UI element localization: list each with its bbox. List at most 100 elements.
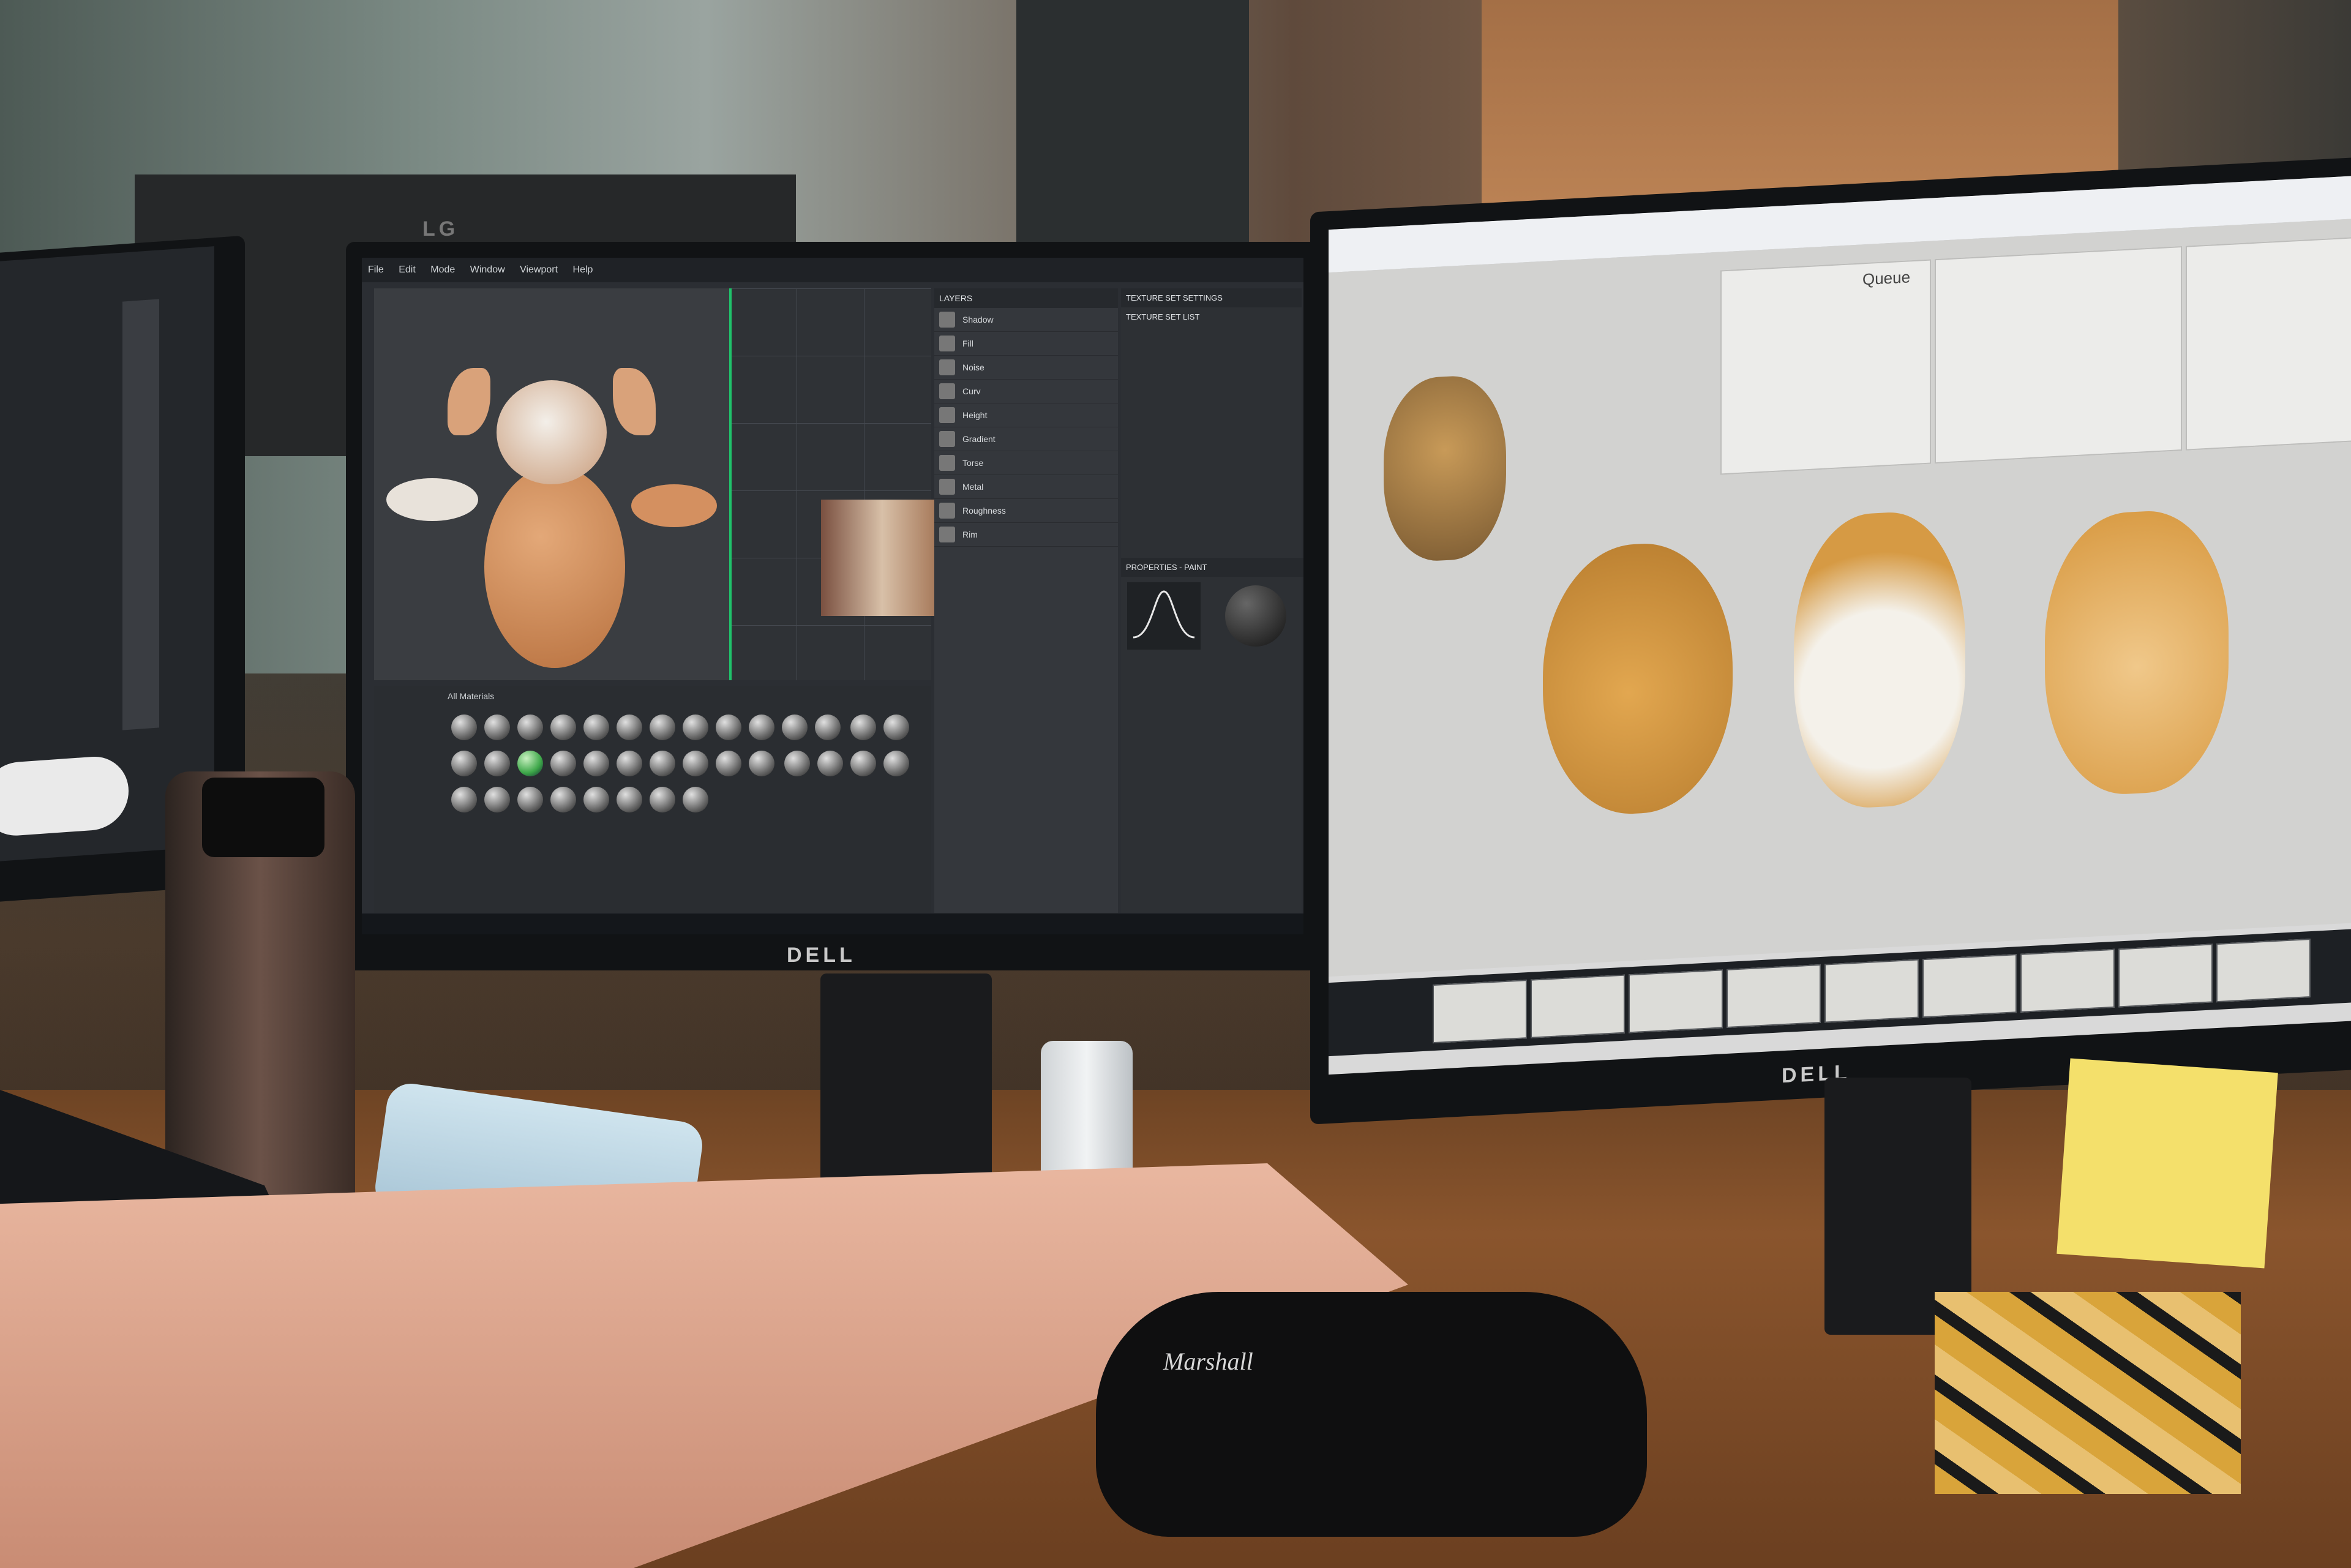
texture-set-list-tab[interactable]: TEXTURE SET LIST (1121, 307, 1302, 326)
armadillo-ear-right-3d (613, 368, 656, 435)
material-grid (448, 711, 925, 819)
material-thumb[interactable] (484, 715, 510, 740)
material-thumb[interactable] (850, 715, 877, 740)
menu-window[interactable]: Window (470, 264, 505, 275)
thumbnail[interactable] (1727, 964, 1821, 1029)
painter-window: File Edit Mode Window Viewport Help All … (362, 258, 1303, 934)
layer-item[interactable]: Rim (934, 523, 1118, 547)
layer-thumbnail (939, 312, 955, 328)
material-thumb[interactable] (550, 715, 576, 740)
properties-title: PROPERTIES - PAINT (1121, 558, 1303, 577)
material-thumb[interactable] (550, 787, 576, 812)
layer-item[interactable]: Shadow (934, 308, 1118, 332)
material-thumb[interactable] (484, 751, 510, 776)
water-bottle-cap (202, 778, 324, 857)
material-thumb[interactable] (716, 751, 741, 776)
layer-thumbnail (939, 527, 955, 542)
material-thumb[interactable] (617, 751, 642, 776)
layer-label: Shadow (962, 315, 994, 324)
material-thumb[interactable] (784, 751, 811, 776)
tail-sketch-card: Queue (1720, 259, 1931, 475)
armadillo-back-view (2045, 507, 2229, 798)
uv-green-axis (729, 288, 732, 680)
material-thumb[interactable] (650, 751, 675, 776)
claw-detail-card (2186, 235, 2351, 451)
left-screen-white-shape (0, 754, 129, 838)
thumbnail[interactable] (1531, 974, 1625, 1038)
layer-item[interactable]: Metal (934, 475, 1118, 499)
layer-thumbnail (939, 359, 955, 375)
layer-thumbnail (939, 383, 955, 399)
texture-set-tab[interactable]: TEXTURE SET SETTINGS (1121, 288, 1302, 307)
layers-title: LAYERS (934, 288, 1118, 308)
material-thumb[interactable] (782, 715, 808, 740)
menu-viewport[interactable]: Viewport (520, 264, 558, 275)
armadillo-shell-3d (484, 466, 625, 668)
material-thumb[interactable] (650, 787, 675, 812)
material-thumb[interactable] (683, 751, 708, 776)
layer-item[interactable]: Noise (934, 356, 1118, 380)
layers-panel: LAYERS Shadow Fill Noise Curv Height Gra… (934, 288, 1118, 913)
shelf-title: All Materials (448, 691, 495, 701)
armadillo-head-3d (497, 380, 607, 484)
layer-label: Fill (962, 339, 973, 348)
material-thumb[interactable] (850, 751, 877, 776)
layer-label: Gradient (962, 434, 996, 444)
menu-file[interactable]: File (368, 264, 384, 275)
layer-item[interactable]: Fill (934, 332, 1118, 356)
material-thumb[interactable] (617, 787, 642, 812)
menu-help[interactable]: Help (573, 264, 593, 275)
material-thumb[interactable] (517, 787, 543, 812)
material-thumb[interactable] (484, 787, 510, 812)
material-thumb[interactable] (451, 715, 477, 740)
material-thumb[interactable] (550, 751, 576, 776)
material-thumb[interactable] (583, 715, 609, 740)
material-thumb[interactable] (650, 715, 675, 740)
menu-edit[interactable]: Edit (399, 264, 416, 275)
material-thumb[interactable] (883, 751, 910, 776)
material-thumb[interactable] (583, 751, 609, 776)
layer-item[interactable]: Height (934, 403, 1118, 427)
thumbnail[interactable] (2020, 948, 2115, 1013)
material-shelf: All Materials (374, 686, 931, 913)
material-thumb[interactable] (583, 787, 609, 812)
layer-label: Height (962, 410, 988, 420)
sticky-note (2057, 1058, 2278, 1269)
claw-sketch-card (1935, 246, 2182, 464)
material-thumb[interactable] (683, 787, 708, 812)
menu-mode[interactable]: Mode (430, 264, 455, 275)
layer-item[interactable]: Torse (934, 451, 1118, 475)
thumbnail[interactable] (1922, 954, 2017, 1018)
thumbnail[interactable] (1433, 980, 1527, 1044)
layer-item[interactable]: Gradient (934, 427, 1118, 451)
material-thumb[interactable] (749, 715, 774, 740)
painter-menu-bar: File Edit Mode Window Viewport Help (362, 258, 1303, 282)
lg-logo: LG (422, 217, 459, 241)
material-thumb[interactable] (815, 715, 841, 740)
material-thumb[interactable] (883, 715, 910, 740)
material-thumb[interactable] (451, 787, 477, 812)
layer-label: Noise (962, 362, 984, 372)
left-tool-column (122, 299, 159, 730)
layer-item[interactable]: Roughness (934, 499, 1118, 523)
material-thumb[interactable] (517, 751, 543, 776)
layer-item[interactable]: Curv (934, 380, 1118, 403)
windows-taskbar (362, 913, 1303, 934)
thumbnail[interactable] (1824, 959, 1919, 1023)
material-thumb[interactable] (517, 715, 543, 740)
3d-viewport[interactable] (374, 288, 729, 680)
material-thumb[interactable] (451, 751, 477, 776)
thumbnail[interactable] (2216, 939, 2311, 1003)
material-thumb[interactable] (716, 715, 741, 740)
material-thumb[interactable] (617, 715, 642, 740)
material-thumb[interactable] (683, 715, 708, 740)
character-sheet: Queue (1329, 217, 2351, 977)
armadillo-front-view (1794, 508, 1965, 812)
thumbnail[interactable] (2118, 943, 2213, 1008)
thumbnail[interactable] (1629, 969, 1723, 1033)
2d-uv-viewport[interactable] (729, 288, 1005, 680)
layer-thumbnail (939, 503, 955, 519)
material-thumb[interactable] (749, 751, 774, 776)
material-thumb[interactable] (817, 751, 844, 776)
tiger-pattern-box (1935, 1292, 2241, 1494)
